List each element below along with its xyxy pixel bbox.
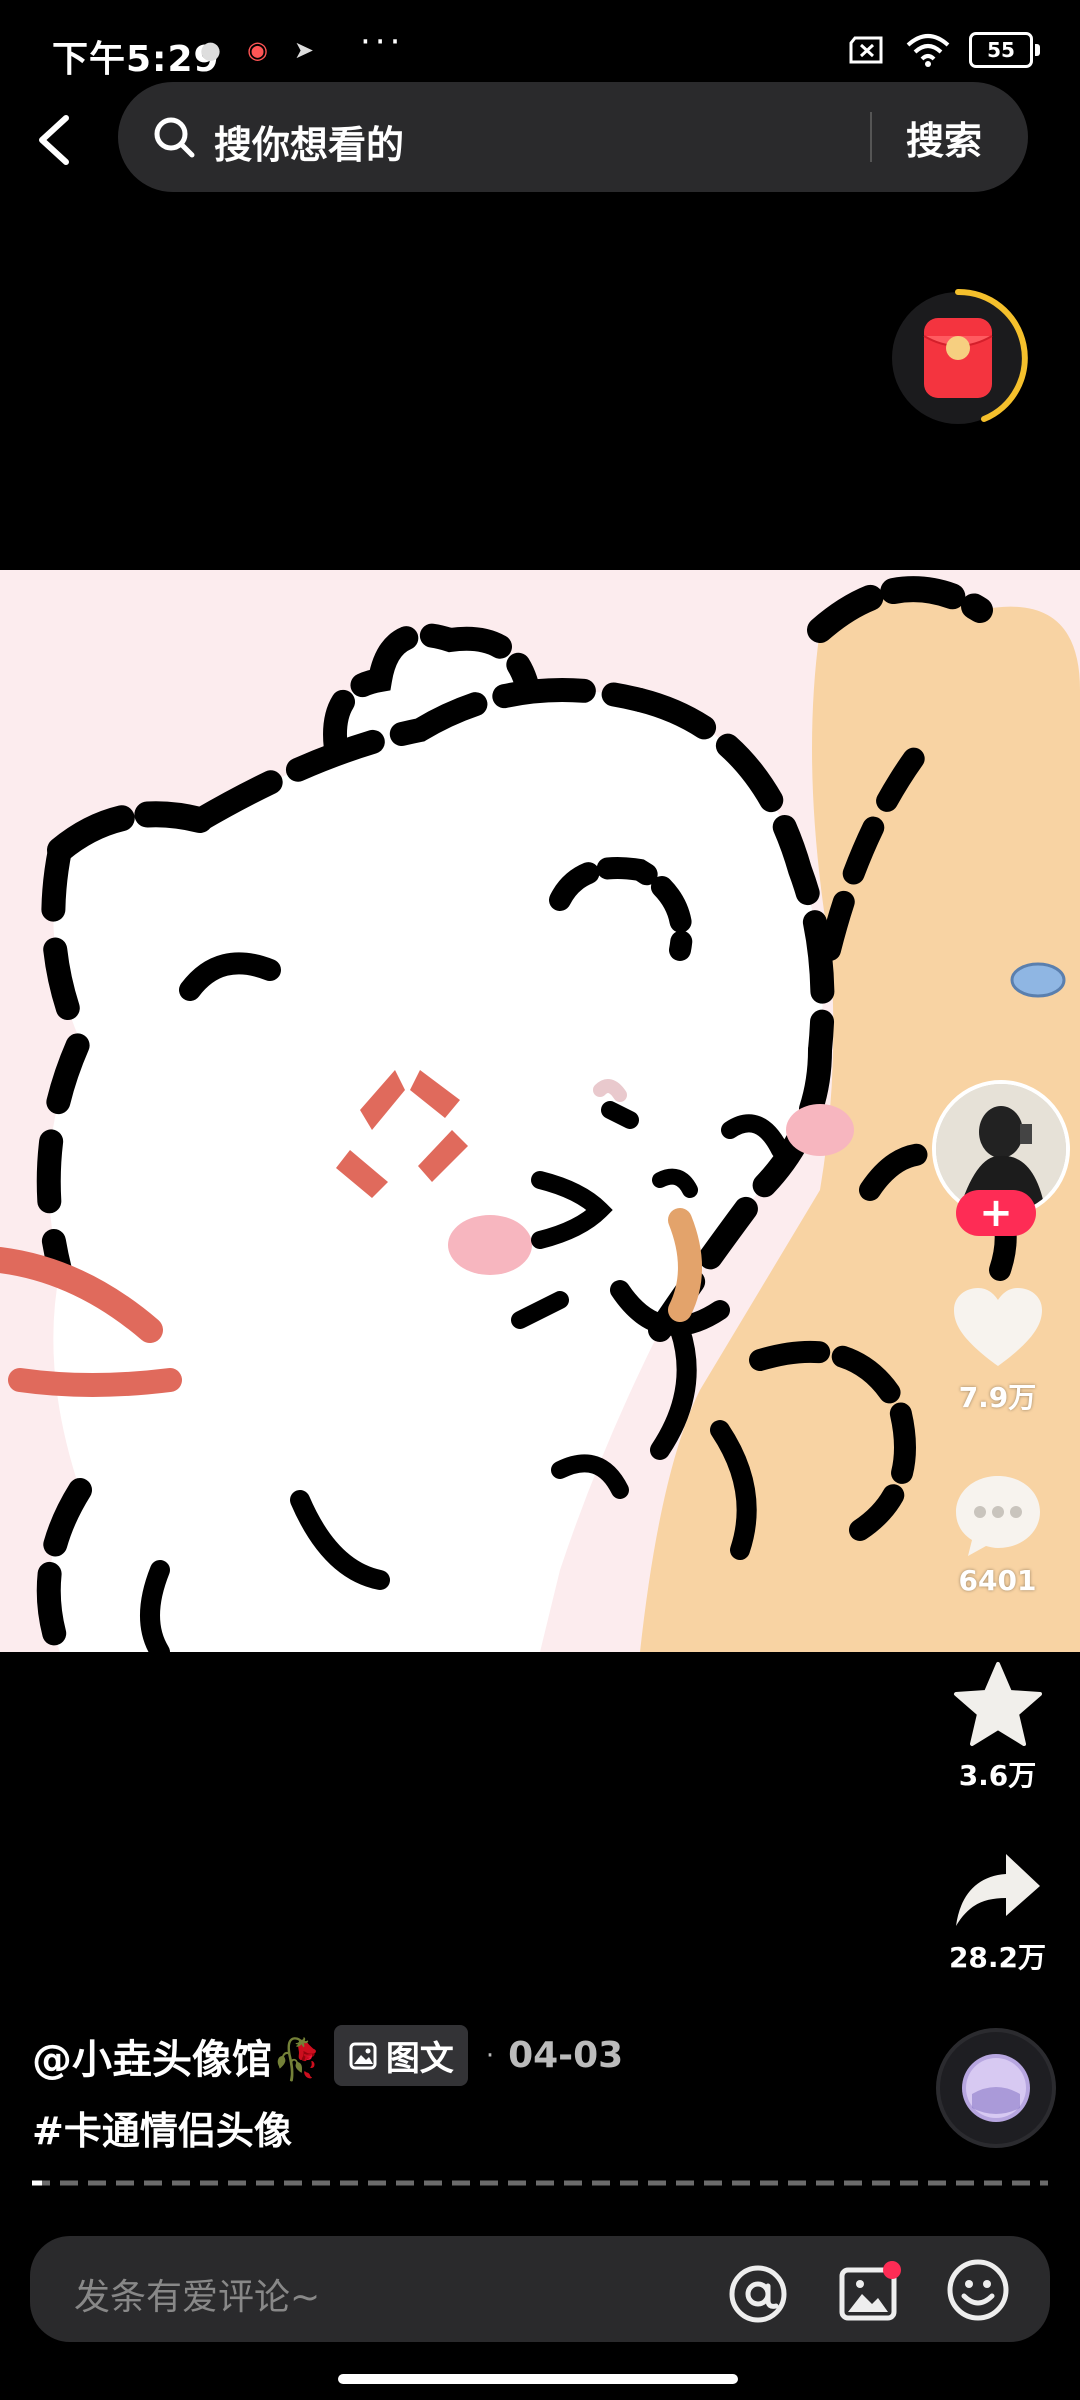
share-arrow-icon <box>955 1854 1040 1926</box>
battery-level: 55 <box>987 38 1015 62</box>
favorite-count: 3.6万 <box>958 1759 1037 1792</box>
sim-x-icon <box>849 36 883 64</box>
red-envelope-reward-icon[interactable] <box>888 288 1028 428</box>
post-date: 04-03 <box>508 2035 624 2076</box>
comment-button[interactable]: 6401 <box>930 1472 1065 1597</box>
battery-tip <box>1035 44 1040 56</box>
image-text-icon <box>349 2042 377 2069</box>
star-icon <box>953 1662 1042 1746</box>
like-button[interactable]: 7.9万 <box>930 1286 1065 1416</box>
hashtag-link[interactable]: #卡通情侣头像 <box>32 2100 292 2155</box>
search-icon <box>154 117 195 158</box>
home-indicator[interactable] <box>338 2374 738 2384</box>
more-notifications: ··· <box>360 22 405 62</box>
music-disc-icon <box>940 2032 1052 2144</box>
wifi-icon <box>906 34 950 67</box>
favorite-button[interactable]: 3.6万 <box>930 1660 1065 1794</box>
comment-bar[interactable]: 发条有爱评论~ <box>30 2236 1050 2342</box>
app-notification-icon: ◉ <box>246 36 268 64</box>
meta-separator: · <box>485 2040 495 2071</box>
share-button[interactable]: 28.2万 <box>930 1850 1065 1976</box>
status-time: 下午5:29 <box>52 39 220 80</box>
post-image[interactable] <box>0 570 1080 1652</box>
post-meta-row: @小垚头像馆🥀 图文 · 04-03 <box>32 2025 623 2086</box>
cartoon-bears-illustration <box>0 570 1080 1652</box>
search-bar[interactable]: 搜你想看的 搜索 <box>118 82 1028 192</box>
telegram-icon: ➤ <box>293 36 315 64</box>
search-divider <box>870 112 872 162</box>
comment-icon <box>955 1476 1040 1556</box>
music-disc[interactable] <box>936 2028 1056 2148</box>
at-mention-icon[interactable] <box>728 2264 788 2324</box>
search-input[interactable]: 搜你想看的 <box>214 114 404 169</box>
notification-icons: ● ◉ ➤ <box>200 36 314 64</box>
follow-button[interactable]: + <box>956 1190 1036 1236</box>
app-notification-icon: ● <box>200 36 221 64</box>
battery-icon: 55 <box>969 32 1033 68</box>
author-name[interactable]: @小垚头像馆🥀 <box>32 2027 322 2085</box>
post-type-label: 图文 <box>385 2039 454 2079</box>
comment-input[interactable]: 发条有爱评论~ <box>74 2268 320 2320</box>
heart-icon <box>953 1288 1042 1366</box>
image-upload-icon[interactable] <box>838 2260 902 2324</box>
search-button[interactable]: 搜索 <box>906 110 982 165</box>
post-type-badge: 图文 <box>333 2025 468 2086</box>
image-carousel-progress[interactable] <box>32 2180 1048 2186</box>
emoji-icon[interactable] <box>946 2258 1010 2322</box>
like-count: 7.9万 <box>958 1381 1037 1414</box>
system-status: 55 <box>847 32 1040 68</box>
share-count: 28.2万 <box>948 1941 1047 1974</box>
back-icon[interactable] <box>30 110 80 170</box>
comment-count: 6401 <box>958 1564 1037 1597</box>
